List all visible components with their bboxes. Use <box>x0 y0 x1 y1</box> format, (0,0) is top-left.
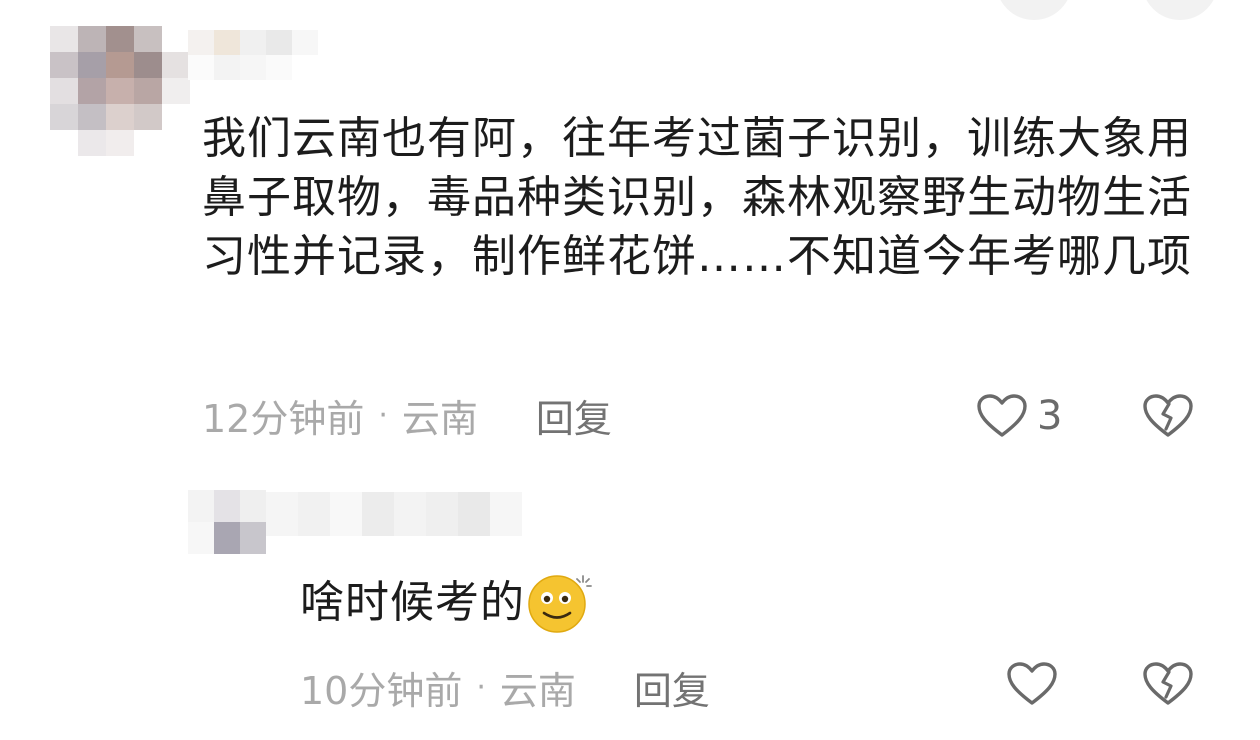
reply-comment-time: 10分钟前 <box>300 669 463 713</box>
heart-outline-icon[interactable] <box>1004 658 1060 710</box>
comment-text: 我们云南也有阿，往年考过菌子识别，训练大象用鼻子取物，毒品种类识别，森林观察野生… <box>202 113 1192 282</box>
like-count: 3 <box>1037 393 1063 439</box>
comment-meta: 12分钟前 · 云南 回复 <box>202 388 612 443</box>
reply-comment-text: 啥时候考的 <box>300 576 525 628</box>
meta-separator: · <box>476 670 486 705</box>
comment-location: 云南 <box>401 397 478 441</box>
avatar[interactable] <box>50 26 190 156</box>
reply-avatar[interactable] <box>188 490 268 554</box>
broken-heart-icon[interactable] <box>1140 390 1196 442</box>
dizzy-face-emoji <box>527 570 593 634</box>
broken-heart-icon[interactable] <box>1140 658 1196 710</box>
top-action-button-1[interactable] <box>996 0 1072 20</box>
reply-username[interactable] <box>266 492 526 536</box>
reply-comment-meta: 10分钟前 · 云南 回复 <box>300 660 710 715</box>
comment-time: 12分钟前 <box>202 397 365 441</box>
meta-separator: · <box>378 398 388 433</box>
reply-comment-location: 云南 <box>499 669 576 713</box>
reply-comment-text-row: 啥时候考的 <box>300 570 593 634</box>
username[interactable] <box>188 30 318 80</box>
reply-button[interactable]: 回复 <box>634 660 710 715</box>
reply-button[interactable]: 回复 <box>536 388 612 443</box>
heart-outline-icon[interactable] <box>974 390 1030 442</box>
top-action-button-2[interactable] <box>1142 0 1218 20</box>
